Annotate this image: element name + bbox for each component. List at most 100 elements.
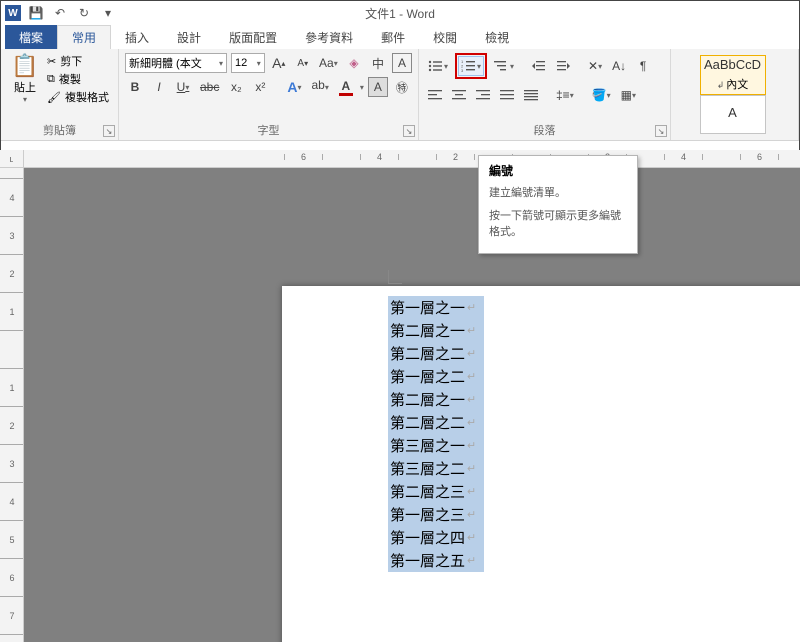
ribbon-tabs: 檔案 常用 插入 設計 版面配置 參考資料 郵件 校閱 檢視 [1,25,799,49]
paragraph-mark-icon: ↵ [467,554,476,567]
clipboard-dialog-launcher[interactable]: ↘ [103,125,115,137]
align-center-button[interactable] [449,85,469,105]
font-group-label: 字型 [125,120,412,138]
change-case-button[interactable]: Aa▾ [317,53,340,73]
shrink-font-button[interactable]: A▾ [293,53,313,73]
text-line[interactable]: 第二層之二↵ [388,342,484,365]
asian-layout-button[interactable]: ✕▾ [585,56,605,76]
ruler-corner: ʟ [0,150,24,168]
numbering-button-highlighted: 123▾ [455,53,487,79]
phonetic-guide-button[interactable]: 中 [368,53,388,73]
paragraph-mark-icon: ↵ [467,439,476,452]
vertical-ruler[interactable]: 43211234567891011 [0,168,24,642]
paragraph-mark-icon: ↵ [467,462,476,475]
font-family-combo[interactable]: 新細明體 (本文▾ [125,53,227,73]
multilevel-list-button[interactable]: ▾ [491,56,517,76]
format-painter-button[interactable]: 🖌複製格式 [47,89,109,105]
document-canvas[interactable]: 第一層之一↵第二層之一↵第二層之二↵第一層之二↵第二層之一↵第二層之二↵第三層之… [24,168,800,642]
char-shading-button[interactable]: A [368,77,388,97]
subscript-button[interactable]: x₂ [226,77,246,97]
text-line[interactable]: 第一層之四↵ [388,526,484,549]
copy-button[interactable]: ⧉複製 [47,71,109,87]
paragraph-mark-icon: ↵ [467,485,476,498]
character-border-button[interactable]: A [392,53,412,73]
grow-font-button[interactable]: A▴ [269,53,289,73]
tab-design[interactable]: 設計 [163,25,215,49]
font-color-button[interactable]: A [336,77,356,97]
increase-indent-button[interactable] [553,56,573,76]
justify-button[interactable] [497,85,517,105]
clipboard-group-label: 剪貼簿 [7,120,112,138]
cut-button[interactable]: ✂剪下 [47,53,109,69]
tooltip-line1: 建立編號清單。 [489,185,627,202]
tab-home[interactable]: 常用 [57,25,111,49]
italic-button[interactable]: I [149,77,169,97]
paragraph-mark-icon: ↵ [467,370,476,383]
text-line[interactable]: 第二層之一↵ [388,388,484,411]
paragraph-mark-icon: ↵ [467,393,476,406]
selected-text-block[interactable]: 第一層之一↵第二層之一↵第二層之二↵第一層之二↵第二層之一↵第二層之二↵第三層之… [388,296,484,572]
paragraph-mark-icon: ↵ [467,324,476,337]
shading-button[interactable]: 🪣▾ [589,85,614,105]
bullets-button[interactable]: ▾ [425,56,451,76]
line-spacing-button[interactable]: ‡≡▾ [553,85,577,105]
text-line[interactable]: 第二層之二↵ [388,411,484,434]
horizontal-ruler[interactable]: 642246810121416182022 [24,150,800,168]
paragraph-mark-icon: ↵ [467,508,476,521]
bold-button[interactable]: B [125,77,145,97]
paragraph-group-label: 段落 [425,120,664,138]
tab-file[interactable]: 檔案 [5,25,57,49]
style-normal[interactable]: AaBbCcD ↲內文 [700,55,766,95]
numbering-tooltip: 編號 建立編號清單。 按一下箭號可顯示更多編號格式。 [478,155,638,254]
text-effects-button[interactable]: A▾ [284,77,304,97]
tooltip-line2: 按一下箭號可顯示更多編號格式。 [489,208,627,241]
paste-button[interactable]: 📋 貼上 ▾ [7,53,43,104]
tab-view[interactable]: 檢視 [471,25,523,49]
show-marks-button[interactable]: ¶ [633,56,653,76]
qat-undo[interactable]: ↶ [51,4,69,22]
tooltip-title: 編號 [489,162,627,179]
decrease-indent-button[interactable] [529,56,549,76]
cursor-mark-icon [388,270,402,284]
align-left-button[interactable] [425,85,445,105]
tab-review[interactable]: 校閱 [419,25,471,49]
clear-formatting-button[interactable]: ◈ [344,53,364,73]
enclose-char-button[interactable]: ㊕ [392,77,412,97]
strikethrough-button[interactable]: abc [197,77,222,97]
numbering-button[interactable]: 123▾ [458,56,484,76]
distributed-button[interactable] [521,85,541,105]
qat-redo[interactable]: ↻ [75,4,93,22]
tab-insert[interactable]: 插入 [111,25,163,49]
text-line[interactable]: 第二層之一↵ [388,319,484,342]
paragraph-mark-icon: ↵ [467,531,476,544]
paragraph-mark-icon: ↵ [467,416,476,429]
font-dialog-launcher[interactable]: ↘ [403,125,415,137]
text-line[interactable]: 第一層之一↵ [388,296,484,319]
tab-mail[interactable]: 郵件 [367,25,419,49]
document-title: 文件1 - Word [365,5,435,22]
align-right-button[interactable] [473,85,493,105]
sort-button[interactable]: A↓ [609,56,629,76]
font-size-combo[interactable]: 12▾ [231,53,265,73]
text-line[interactable]: 第三層之一↵ [388,434,484,457]
text-line[interactable]: 第一層之五↵ [388,549,484,572]
tab-layout[interactable]: 版面配置 [215,25,291,49]
app-icon: W [5,5,21,21]
paragraph-mark-icon: ↵ [467,301,476,314]
borders-button[interactable]: ▦▾ [618,85,639,105]
ribbon: 📋 貼上 ▾ ✂剪下 ⧉複製 🖌複製格式 剪貼簿 ↘ 新細明體 (本文▾ 12▾ [1,49,799,141]
page[interactable]: 第一層之一↵第二層之一↵第二層之二↵第一層之二↵第二層之一↵第二層之二↵第三層之… [282,286,800,642]
text-line[interactable]: 第三層之二↵ [388,457,484,480]
text-line[interactable]: 第二層之三↵ [388,480,484,503]
text-line[interactable]: 第一層之二↵ [388,365,484,388]
tab-references[interactable]: 參考資料 [291,25,367,49]
highlight-button[interactable]: ab▾ [309,77,332,97]
underline-button[interactable]: U▾ [173,77,193,97]
svg-text:3: 3 [461,68,464,73]
style-next[interactable]: A [700,95,766,135]
paragraph-dialog-launcher[interactable]: ↘ [655,125,667,137]
superscript-button[interactable]: x² [250,77,270,97]
qat-more[interactable]: ▾ [99,4,117,22]
qat-save[interactable]: 💾 [27,4,45,22]
text-line[interactable]: 第一層之三↵ [388,503,484,526]
